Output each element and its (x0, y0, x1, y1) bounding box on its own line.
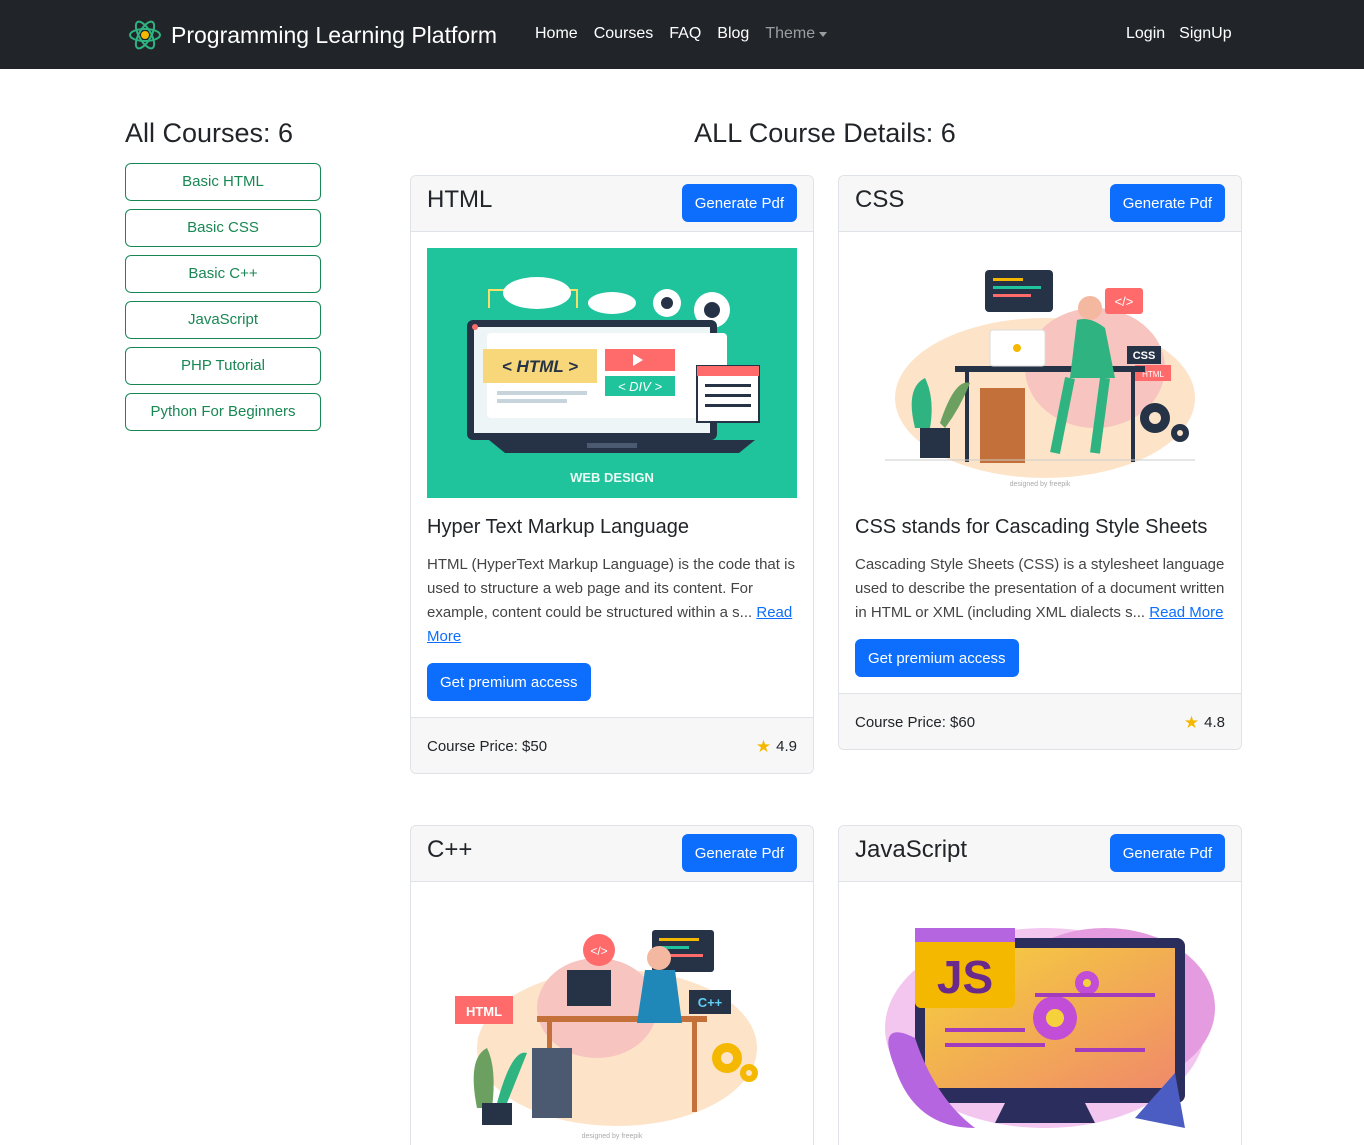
star-icon: ★ (1183, 713, 1200, 732)
div-tag-text: < DIV > (618, 379, 662, 394)
card-title: CSS stands for Cascading Style Sheets (855, 516, 1208, 538)
caret-down-icon (819, 31, 828, 37)
course-button-basic-cpp[interactable]: Basic C++ (125, 255, 321, 293)
card-course-name: CSS (855, 186, 905, 213)
course-card-css: CSS Generate Pdf </> CSS HTML designed b… (838, 175, 1242, 750)
course-button-basic-css[interactable]: Basic CSS (125, 209, 321, 247)
star-icon: ★ (755, 737, 772, 756)
course-rating: ★ 4.8 (1184, 714, 1225, 731)
read-more-link[interactable]: Read More (1149, 604, 1223, 621)
web-design-illustration: < HTML > < DIV > WEB DESIGN (427, 248, 797, 498)
signup-link[interactable]: SignUp (1179, 25, 1231, 43)
course-price: Course Price: $50 (427, 738, 548, 755)
brand[interactable]: Programming Learning Platform (128, 18, 497, 52)
course-button-javascript[interactable]: JavaScript (125, 301, 321, 339)
html-tag-text: HTML (1142, 370, 1164, 379)
card-description: Cascading Style Sheets (CSS) is a styles… (855, 553, 1225, 625)
rating-value: 4.8 (1204, 714, 1225, 731)
css-developer-illustration: </> CSS HTML designed by freepik (855, 248, 1225, 498)
javascript-illustration: JS (855, 898, 1225, 1145)
cpp-developer-illustration: </> HTML C++ designed by freepik (427, 898, 797, 1145)
image-caption: WEB DESIGN (570, 470, 654, 485)
course-sidebar: All Courses: 6 Basic HTML Basic CSS Basi… (125, 118, 321, 439)
course-details-title: ALL Course Details: 6 (694, 118, 956, 148)
generate-pdf-button[interactable]: Generate Pdf (1109, 834, 1225, 872)
course-button-basic-html[interactable]: Basic HTML (125, 163, 321, 201)
course-rating: ★ 4.9 (756, 738, 797, 755)
nav-links: Home Courses FAQ Blog Theme (535, 25, 828, 43)
course-button-python[interactable]: Python For Beginners (125, 393, 321, 431)
brand-name: Programming Learning Platform (171, 21, 497, 48)
sidebar-title: All Courses: 6 (125, 118, 294, 148)
course-card-javascript: JavaScript Generate Pdf JS (838, 825, 1242, 1145)
navbar: Programming Learning Platform Home Cours… (0, 0, 1364, 69)
card-body: < HTML > < DIV > WEB DESIGN Hyper Text M… (411, 232, 813, 717)
card-body: </> CSS HTML designed by freepik CSS sta… (839, 232, 1241, 693)
nav-faq[interactable]: FAQ (669, 25, 701, 43)
course-button-php[interactable]: PHP Tutorial (125, 347, 321, 385)
card-footer: Course Price: $60 ★ 4.8 (839, 693, 1241, 749)
theme-dropdown[interactable]: Theme (765, 25, 828, 43)
generate-pdf-button[interactable]: Generate Pdf (1109, 184, 1225, 222)
card-body: JS (839, 882, 1241, 1145)
css-tag-text: CSS (1133, 350, 1156, 362)
course-price: Course Price: $60 (855, 714, 976, 731)
card-description: HTML (HyperText Markup Language) is the … (427, 553, 797, 649)
card-footer: Course Price: $50 ★ 4.9 (411, 717, 813, 773)
nav-blog[interactable]: Blog (717, 25, 749, 43)
rating-value: 4.9 (776, 738, 797, 755)
generate-pdf-button[interactable]: Generate Pdf (681, 834, 797, 872)
card-title: Hyper Text Markup Language (427, 516, 690, 538)
card-course-name: C++ (427, 836, 473, 863)
premium-access-button[interactable]: Get premium access (855, 639, 1019, 677)
code-tag-text: </> (1115, 294, 1134, 309)
card-header: JavaScript Generate Pdf (839, 826, 1241, 882)
premium-access-button[interactable]: Get premium access (427, 663, 591, 701)
cpp-tag-text: C++ (698, 995, 723, 1010)
course-card-cpp: C++ Generate Pdf </> HTML C++ designed b… (410, 825, 814, 1145)
theme-label: Theme (765, 25, 816, 42)
image-credit: designed by freepik (582, 1133, 643, 1140)
code-tag-text: </> (590, 944, 607, 958)
image-credit: designed by freepik (1010, 481, 1071, 488)
card-course-name: HTML (427, 186, 493, 213)
html-tag-text: HTML (466, 1004, 502, 1019)
description-text: HTML (HyperText Markup Language) is the … (427, 556, 795, 621)
js-logo-text: JS (937, 951, 993, 1003)
atom-logo-icon (129, 20, 161, 50)
nav-courses[interactable]: Courses (594, 25, 654, 43)
generate-pdf-button[interactable]: Generate Pdf (681, 184, 797, 222)
html-tag-text: < HTML > (502, 357, 578, 376)
course-card-html: HTML Generate Pdf < HTML > < DIV > WEB D… (410, 175, 814, 774)
card-course-name: JavaScript (855, 836, 968, 863)
card-header: CSS Generate Pdf (839, 176, 1241, 232)
card-header: HTML Generate Pdf (411, 176, 813, 232)
auth-links: Login SignUp (1126, 25, 1232, 43)
card-body: </> HTML C++ designed by freepik (411, 882, 813, 1145)
login-link[interactable]: Login (1126, 25, 1165, 43)
card-header: C++ Generate Pdf (411, 826, 813, 882)
nav-home[interactable]: Home (535, 25, 578, 43)
